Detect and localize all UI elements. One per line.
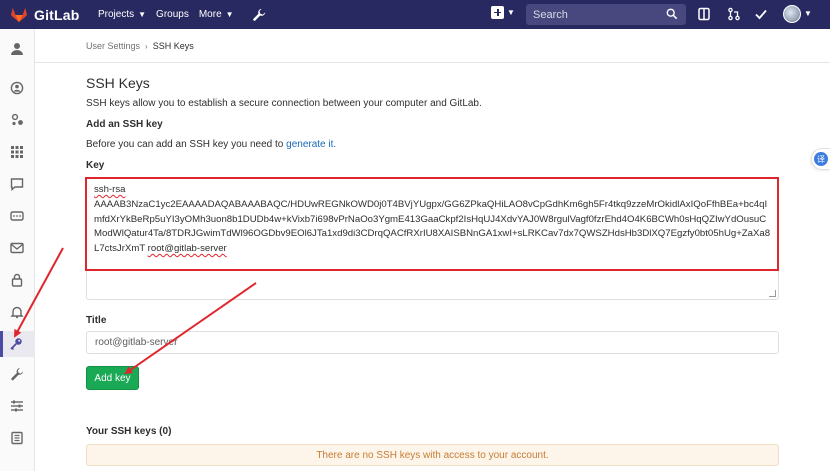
no-ssh-keys-notice: There are no SSH keys with access to you… bbox=[86, 444, 779, 466]
notifications-bell-icon[interactable] bbox=[9, 304, 25, 320]
access-tokens-icon[interactable] bbox=[9, 208, 25, 224]
groups-link[interactable]: Groups bbox=[156, 0, 189, 29]
gitlab-brand[interactable]: GitLab bbox=[10, 7, 88, 23]
new-dropdown-button[interactable]: ▼ bbox=[491, 6, 515, 19]
key-label: Key bbox=[86, 160, 105, 171]
gpg-keys-wrench-icon[interactable] bbox=[9, 366, 25, 382]
account-icon[interactable] bbox=[9, 80, 25, 96]
breadcrumb-user-settings[interactable]: User Settings bbox=[86, 41, 140, 51]
your-ssh-keys-heading: Your SSH keys (0) bbox=[86, 426, 172, 437]
groups-label: Groups bbox=[156, 9, 189, 20]
admin-wrench-icon[interactable] bbox=[252, 8, 266, 22]
search-input[interactable] bbox=[533, 8, 663, 21]
lock-icon[interactable] bbox=[9, 272, 25, 288]
title-input-value: root@gitlab-server bbox=[95, 337, 178, 348]
breadcrumb: User Settings › SSH Keys bbox=[86, 41, 194, 51]
page-description: SSH keys allow you to establish a secure… bbox=[86, 98, 482, 109]
gitlab-logo-icon bbox=[11, 7, 27, 22]
ssh-keys-key-icon[interactable] bbox=[0, 331, 35, 357]
projects-label: Projects bbox=[98, 9, 135, 20]
merge-requests-icon[interactable] bbox=[727, 7, 741, 21]
preferences-icon[interactable] bbox=[9, 398, 25, 414]
search-icon bbox=[666, 8, 678, 20]
generate-it-link[interactable]: generate it. bbox=[286, 139, 336, 150]
chevron-down-icon: ▼ bbox=[225, 10, 234, 19]
title-label: Title bbox=[86, 315, 107, 326]
user-avatar[interactable] bbox=[783, 5, 801, 23]
translate-icon: 译 bbox=[814, 152, 828, 166]
projects-menu[interactable]: Projects ▼ bbox=[98, 0, 146, 29]
add-key-button[interactable]: Add key bbox=[86, 366, 139, 390]
chevron-down-icon: ▼ bbox=[138, 10, 147, 19]
grid-icon[interactable] bbox=[9, 144, 25, 160]
add-ssh-key-heading: Add an SSH key bbox=[86, 119, 163, 130]
authentication-log-icon[interactable] bbox=[9, 430, 25, 446]
profile-icon[interactable] bbox=[9, 41, 25, 57]
generate-hint-text: Before you can add an SSH key you need t… bbox=[86, 139, 287, 150]
search-box[interactable] bbox=[526, 4, 686, 25]
applications-icon[interactable] bbox=[9, 112, 25, 128]
key-highlight-annotation bbox=[85, 177, 779, 271]
chevron-down-icon[interactable]: ▼ bbox=[804, 9, 812, 18]
chat-icon[interactable] bbox=[9, 176, 25, 192]
header-divider bbox=[35, 62, 830, 63]
generate-hint: Before you can add an SSH key you need t… bbox=[86, 139, 336, 150]
page-title: SSH Keys bbox=[86, 75, 150, 91]
resize-grip-icon[interactable] bbox=[769, 290, 776, 297]
issues-icon[interactable] bbox=[697, 7, 711, 21]
settings-sidebar bbox=[0, 29, 35, 471]
chevron-down-icon: ▼ bbox=[507, 8, 515, 17]
translate-widget[interactable]: 译 bbox=[811, 148, 830, 170]
more-label: More bbox=[198, 9, 222, 20]
title-input[interactable]: root@gitlab-server bbox=[86, 331, 779, 354]
chevron-right-icon: › bbox=[145, 41, 148, 51]
email-icon[interactable] bbox=[9, 240, 25, 256]
more-menu[interactable]: More ▼ bbox=[199, 0, 234, 29]
breadcrumb-ssh-keys[interactable]: SSH Keys bbox=[153, 41, 194, 51]
brand-name: GitLab bbox=[34, 6, 80, 23]
todos-icon[interactable] bbox=[754, 7, 768, 21]
plus-icon bbox=[491, 6, 504, 19]
